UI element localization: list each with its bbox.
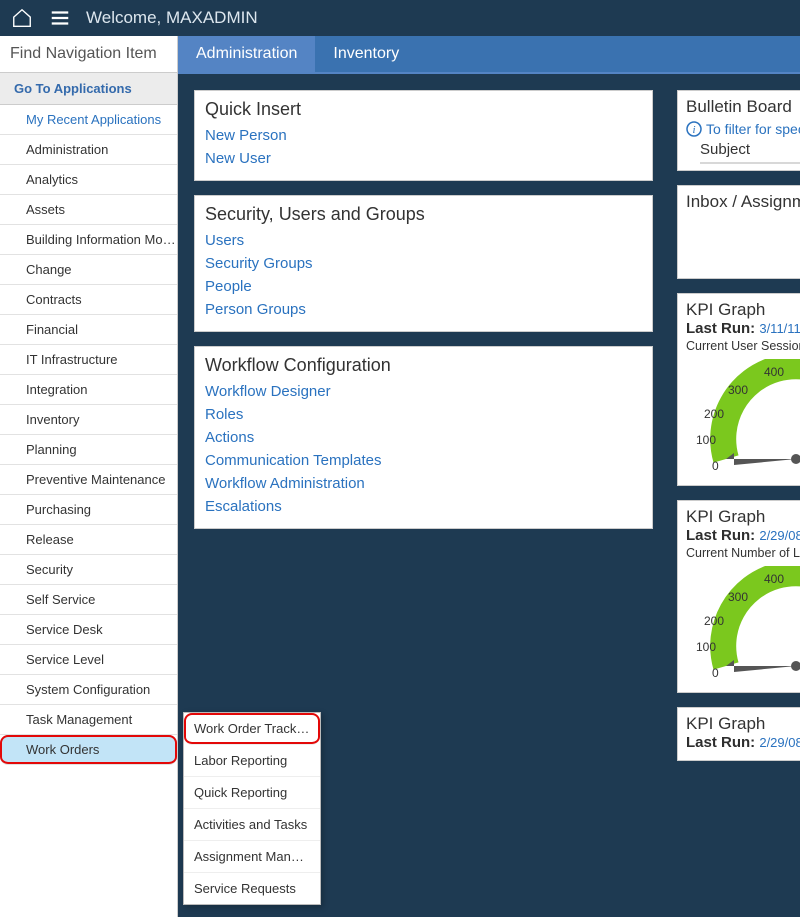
tab-administration[interactable]: Administration — [178, 36, 315, 72]
inbox-title: Inbox / Assignm — [686, 192, 800, 212]
workflow-link-communication-templates[interactable]: Communication Templates — [205, 449, 642, 472]
kpi-metric: Current User Sessions — [686, 339, 800, 353]
gauge-1: 0 100 200 300 400 — [686, 359, 800, 479]
submenu-item-quick-reporting[interactable]: Quick Reporting — [184, 777, 320, 809]
security-link-person-groups[interactable]: Person Groups — [205, 298, 642, 321]
sidebar-item-administration[interactable]: Administration — [0, 135, 177, 165]
sidebar-item-it-infrastructure[interactable]: IT Infrastructure — [0, 345, 177, 375]
welcome-text: Welcome, MAXADMIN — [86, 8, 258, 28]
panel-bulletin-board: Bulletin Board i To filter for spec Subj… — [677, 90, 800, 171]
workflow-link-workflow-administration[interactable]: Workflow Administration — [205, 472, 642, 495]
submenu-item-work-order-tracking[interactable]: Work Order Tracking — [184, 713, 320, 745]
sidebar-item-building-information-models-bim-[interactable]: Building Information Mode... — [0, 225, 177, 255]
quick-insert-link-new-person[interactable]: New Person — [205, 124, 642, 147]
submenu-work-orders: Work Order TrackingLabor ReportingQuick … — [183, 712, 321, 905]
bulletin-hint[interactable]: i To filter for spec — [686, 121, 800, 137]
security-link-security-groups[interactable]: Security Groups — [205, 252, 642, 275]
sidebar-item-service-desk[interactable]: Service Desk — [0, 615, 177, 645]
sidebar-item-work-orders[interactable]: Work Orders — [0, 735, 177, 765]
panel-security: Security, Users and Groups UsersSecurity… — [194, 195, 653, 332]
kpi-metric: Current Number of Logged — [686, 546, 800, 560]
sidebar-item-change[interactable]: Change — [0, 255, 177, 285]
sidebar-item-release[interactable]: Release — [0, 525, 177, 555]
gauge-tick: 100 — [696, 433, 716, 447]
sidebar-item-contracts[interactable]: Contracts — [0, 285, 177, 315]
panel-title: Workflow Configuration — [195, 347, 652, 380]
info-icon: i — [686, 121, 702, 137]
sidebar-item-integration[interactable]: Integration — [0, 375, 177, 405]
submenu-item-activities-and-tasks[interactable]: Activities and Tasks — [184, 809, 320, 841]
panel-kpi-2: KPI Graph Last Run: 2/29/08 1: Current N… — [677, 500, 800, 693]
home-icon[interactable] — [10, 6, 34, 30]
kpi-title: KPI Graph — [686, 714, 800, 734]
kpi-lastrun: Last Run: 2/29/08 1: — [686, 527, 800, 544]
sidebar-item-system-configuration[interactable]: System Configuration — [0, 675, 177, 705]
workflow-link-escalations[interactable]: Escalations — [205, 495, 642, 518]
sidebar-item-security[interactable]: Security — [0, 555, 177, 585]
security-link-users[interactable]: Users — [205, 229, 642, 252]
sidebar-item-preventive-maintenance[interactable]: Preventive Maintenance — [0, 465, 177, 495]
kpi-title: KPI Graph — [686, 507, 800, 527]
kpi-title: KPI Graph — [686, 300, 800, 320]
menu-icon[interactable] — [48, 6, 72, 30]
sidebar-item-self-service[interactable]: Self Service — [0, 585, 177, 615]
gauge-tick: 200 — [704, 407, 724, 421]
tabbar: Administration Inventory — [178, 36, 800, 72]
tab-inventory[interactable]: Inventory — [315, 36, 417, 72]
search-input[interactable]: Find Navigation Item — [0, 36, 177, 73]
gauge-tick: 200 — [704, 614, 724, 628]
panel-kpi-3: KPI Graph Last Run: 2/29/08 3: — [677, 707, 800, 761]
divider — [700, 162, 800, 164]
panel-quick-insert: Quick Insert New PersonNew User — [194, 90, 653, 181]
sidebar-item-planning[interactable]: Planning — [0, 435, 177, 465]
bulletin-subject-label: Subject — [700, 141, 800, 158]
workflow-link-workflow-designer[interactable]: Workflow Designer — [205, 380, 642, 403]
sidebar-item-assets[interactable]: Assets — [0, 195, 177, 225]
gauge-tick: 100 — [696, 640, 716, 654]
sidebar: Find Navigation Item Go To Applications … — [0, 36, 178, 917]
bulletin-title: Bulletin Board — [686, 97, 792, 117]
panel-title: Quick Insert — [195, 91, 652, 124]
panel-inbox: Inbox / Assignm — [677, 185, 800, 279]
gauge-tick: 0 — [712, 666, 719, 680]
gauge-2: 0 100 200 300 400 — [686, 566, 800, 686]
submenu-item-service-requests[interactable]: Service Requests — [184, 873, 320, 904]
sidebar-item-task-management[interactable]: Task Management — [0, 705, 177, 735]
gauge-tick: 400 — [764, 365, 784, 379]
sidebar-header[interactable]: Go To Applications — [0, 73, 177, 105]
topbar: Welcome, MAXADMIN — [0, 0, 800, 36]
security-link-people[interactable]: People — [205, 275, 642, 298]
svg-text:i: i — [692, 124, 695, 136]
workflow-link-actions[interactable]: Actions — [205, 426, 642, 449]
kpi-lastrun: Last Run: 2/29/08 3: — [686, 734, 800, 751]
panel-workflow: Workflow Configuration Workflow Designer… — [194, 346, 653, 529]
sidebar-item-purchasing[interactable]: Purchasing — [0, 495, 177, 525]
sidebar-item-analytics[interactable]: Analytics — [0, 165, 177, 195]
submenu-item-labor-reporting[interactable]: Labor Reporting — [184, 745, 320, 777]
gauge-tick: 400 — [764, 572, 784, 586]
sidebar-item-recent[interactable]: My Recent Applications — [0, 105, 177, 135]
gauge-tick: 300 — [728, 383, 748, 397]
panel-kpi-1: KPI Graph Last Run: 3/11/11 9: Current U… — [677, 293, 800, 486]
workflow-link-roles[interactable]: Roles — [205, 403, 642, 426]
panel-title: Security, Users and Groups — [195, 196, 652, 229]
gauge-tick: 300 — [728, 590, 748, 604]
sidebar-item-financial[interactable]: Financial — [0, 315, 177, 345]
submenu-item-assignment-manager[interactable]: Assignment Manager — [184, 841, 320, 873]
kpi-lastrun: Last Run: 3/11/11 9: — [686, 320, 800, 337]
sidebar-item-service-level[interactable]: Service Level — [0, 645, 177, 675]
quick-insert-link-new-user[interactable]: New User — [205, 147, 642, 170]
gauge-tick: 0 — [712, 459, 719, 473]
sidebar-item-inventory[interactable]: Inventory — [0, 405, 177, 435]
search-placeholder: Find Navigation Item — [10, 45, 157, 63]
